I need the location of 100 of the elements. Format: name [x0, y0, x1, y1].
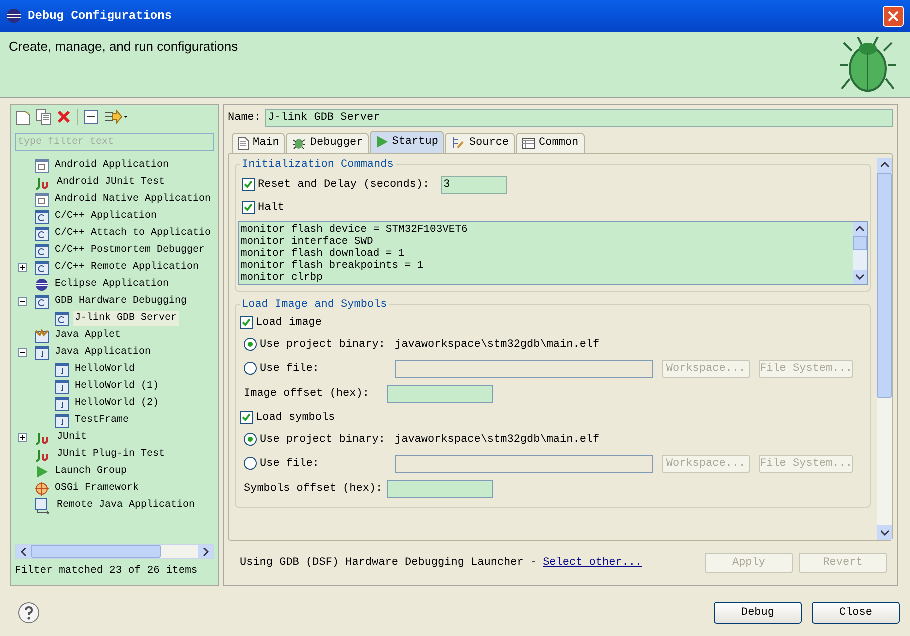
radio-button[interactable] — [244, 457, 257, 470]
tree-item[interactable]: Eclipse Application — [53, 277, 172, 292]
command-line: monitor interface SWD — [241, 236, 374, 248]
window-title: Debug Configurations — [28, 8, 174, 25]
help-icon[interactable] — [18, 602, 40, 624]
new-document-icon[interactable] — [16, 109, 30, 125]
name-field[interactable]: J-link GDB Server — [265, 109, 893, 127]
radio-label: Use file: — [260, 362, 320, 377]
expand-icon[interactable] — [18, 263, 26, 272]
vertical-scrollbar[interactable] — [877, 158, 892, 540]
offset-field[interactable] — [387, 384, 493, 403]
tab[interactable]: Source — [445, 132, 516, 153]
beetle-icon — [840, 37, 896, 95]
select-other-link[interactable]: Select other... — [543, 554, 642, 572]
tree-item[interactable]: JUnit — [55, 430, 90, 445]
window-icon — [55, 312, 69, 326]
tree-item[interactable]: HelloWorld (2) — [73, 396, 162, 411]
checkbox-label: Halt — [258, 200, 284, 216]
applet-icon — [35, 328, 49, 342]
window-icon — [55, 414, 69, 428]
filter-icon[interactable] — [104, 109, 128, 125]
tree-item[interactable]: Launch Group — [53, 464, 130, 479]
checkbox[interactable] — [242, 201, 255, 214]
tree-item[interactable]: C/C++ Application — [53, 209, 160, 224]
tree-item[interactable]: C/C++ Remote Application — [53, 260, 202, 275]
tree-item[interactable]: TestFrame — [73, 413, 132, 428]
tree-item[interactable]: HelloWorld (1) — [73, 379, 162, 394]
offset-label: Symbols offset (hex): — [244, 482, 384, 497]
checkbox[interactable] — [242, 178, 255, 192]
tree-item[interactable]: Android JUnit Test — [55, 175, 168, 190]
tree-item[interactable]: Android Native Application — [53, 192, 214, 207]
offset-field[interactable] — [387, 480, 493, 498]
tree-item[interactable]: GDB Hardware Debugging — [53, 294, 190, 309]
junit-icon — [35, 176, 51, 190]
delay-field[interactable]: 3 — [440, 176, 507, 194]
duplicate-icon[interactable] — [36, 109, 51, 125]
radio-label: Use project binary: — [260, 338, 386, 353]
command-line: monitor clrbp — [241, 272, 324, 284]
play-icon — [35, 464, 49, 478]
command-line: monitor flash device = STM32F103VET6 — [241, 224, 469, 236]
window-icon — [35, 158, 49, 172]
window-icon — [35, 210, 49, 224]
source-tree-icon — [451, 136, 466, 150]
window-icon — [35, 260, 49, 274]
tab[interactable]: Common — [516, 132, 585, 153]
checkbox-label: Load symbols — [256, 410, 336, 426]
filter-field[interactable]: type filter text — [15, 133, 214, 151]
radio-button[interactable] — [244, 362, 257, 376]
radio-label: Use project binary: — [260, 432, 386, 448]
tree-item[interactable]: Java Applet — [53, 328, 124, 343]
delete-icon[interactable] — [57, 110, 71, 124]
tree-item[interactable]: Android Application — [53, 158, 172, 173]
window-icon — [35, 244, 49, 258]
binary-path: javaworkspace\stm32gdb\main.elf — [395, 338, 600, 353]
dialog-button[interactable]: Close — [812, 602, 900, 624]
checkbox[interactable] — [240, 316, 253, 330]
name-label: Name: — [228, 110, 262, 126]
command-line: monitor flash download = 1 — [241, 248, 406, 260]
commands-field[interactable]: monitor flash device = STM32F103VET6 monitor interface SWD monitor flash download = 1 monitor flash breakpoints = 1 monitor clrbp — [238, 220, 868, 285]
file-field[interactable] — [395, 454, 653, 473]
close-button[interactable] — [883, 6, 904, 26]
tree-item[interactable]: Remote Java Application — [55, 498, 198, 513]
tree-item[interactable]: OSGi Framework — [53, 481, 142, 496]
checkbox-label: Reset and Delay (seconds): — [258, 178, 430, 193]
tree-item[interactable]: C/C++ Attach to Applicatio — [53, 226, 214, 241]
file-field[interactable] — [395, 360, 653, 378]
command-line: monitor flash breakpoints = 1 — [241, 260, 425, 272]
radio-label: Use file: — [260, 456, 320, 472]
collapse-all-icon[interactable] — [84, 110, 98, 124]
remote-icon — [35, 498, 51, 514]
tree-item[interactable]: JUnit Plug-in Test — [55, 447, 168, 462]
window-icon — [35, 294, 49, 308]
offset-label: Image offset (hex): — [244, 386, 370, 402]
tab[interactable]: Startup — [370, 130, 444, 153]
vertical-scrollbar[interactable] — [853, 222, 867, 284]
window-icon — [55, 362, 69, 376]
junit-icon — [35, 430, 51, 444]
window-icon — [55, 380, 69, 394]
expand-icon[interactable] — [18, 433, 26, 442]
header-text: Create, manage, and run configurations — [9, 38, 238, 56]
horizontal-scrollbar[interactable] — [15, 544, 214, 560]
tree-item[interactable]: J-link GDB Server — [73, 311, 180, 326]
tab[interactable]: Main — [232, 132, 286, 153]
window-icon — [35, 226, 49, 240]
tree-item[interactable]: HelloWorld — [73, 362, 138, 377]
checkbox[interactable] — [240, 411, 253, 424]
tree-item[interactable]: C/C++ Postmortem Debugger — [53, 243, 208, 258]
tree-item[interactable]: Java Application — [53, 345, 154, 360]
tab[interactable]: Debugger — [286, 132, 370, 153]
dialog-button[interactable]: Debug — [714, 602, 802, 624]
radio-button[interactable] — [244, 433, 257, 446]
checkbox-label: Load image — [256, 316, 322, 331]
sphere-icon — [35, 278, 49, 292]
play-icon — [376, 136, 388, 148]
collapse-icon[interactable] — [18, 348, 26, 357]
radio-button[interactable] — [244, 338, 257, 352]
window-icon — [55, 396, 69, 410]
collapse-icon[interactable] — [18, 297, 26, 306]
table-icon — [522, 138, 536, 149]
document-icon — [238, 136, 249, 150]
